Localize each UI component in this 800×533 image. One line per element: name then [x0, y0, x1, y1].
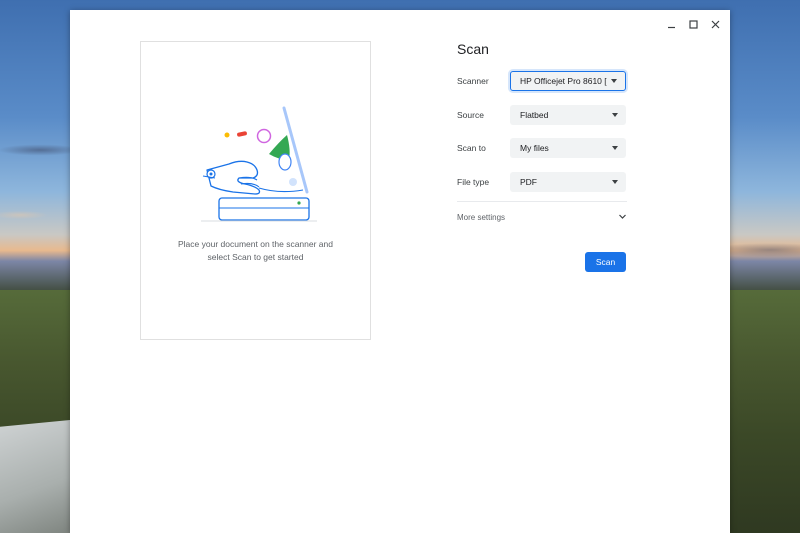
scan-to-select-value: My files	[520, 143, 549, 153]
more-settings-label: More settings	[457, 212, 506, 222]
scan-preview-area: Place your document on the scanner and s…	[140, 41, 371, 340]
source-row: Source Flatbed	[457, 105, 627, 125]
chevron-down-icon	[611, 79, 617, 83]
source-select-value: Flatbed	[520, 110, 549, 120]
scanner-illustration	[199, 102, 319, 222]
chevron-down-icon	[612, 180, 618, 184]
scanner-label: Scanner	[457, 76, 489, 86]
wallpaper-sand	[0, 420, 70, 533]
scan-to-select[interactable]: My files	[510, 138, 626, 158]
source-label: Source	[457, 110, 484, 120]
maximize-icon[interactable]	[684, 16, 702, 32]
chevron-down-icon	[612, 146, 618, 150]
scanner-row: Scanner HP Officejet Pro 8610 [...	[457, 71, 627, 91]
scan-app-window: Place your document on the scanner and s…	[70, 10, 730, 533]
chevron-down-icon	[612, 113, 618, 117]
file-type-select-value: PDF	[520, 177, 537, 187]
scan-button[interactable]: Scan	[585, 252, 626, 272]
scan-settings-panel: Scan Scanner HP Officejet Pro 8610 [... …	[457, 40, 627, 272]
minimize-icon[interactable]	[662, 16, 680, 32]
preview-message-line1: Place your document on the scanner and	[178, 239, 333, 249]
more-settings-toggle[interactable]: More settings	[457, 208, 627, 226]
preview-instructions: Place your document on the scanner and s…	[141, 238, 370, 264]
scan-to-row: Scan to My files	[457, 138, 627, 158]
settings-divider	[457, 201, 627, 202]
page-title: Scan	[457, 41, 489, 57]
scan-to-label: Scan to	[457, 143, 486, 153]
file-type-row: File type PDF	[457, 172, 627, 192]
scanner-select-value: HP Officejet Pro 8610 [...	[520, 76, 607, 86]
preview-message-line2: select Scan to get started	[207, 252, 304, 262]
file-type-select[interactable]: PDF	[510, 172, 626, 192]
close-icon[interactable]	[706, 16, 724, 32]
chevron-down-icon	[618, 208, 627, 226]
file-type-label: File type	[457, 177, 490, 187]
window-controls	[662, 16, 724, 32]
source-select[interactable]: Flatbed	[510, 105, 626, 125]
scanner-select[interactable]: HP Officejet Pro 8610 [...	[510, 71, 626, 91]
